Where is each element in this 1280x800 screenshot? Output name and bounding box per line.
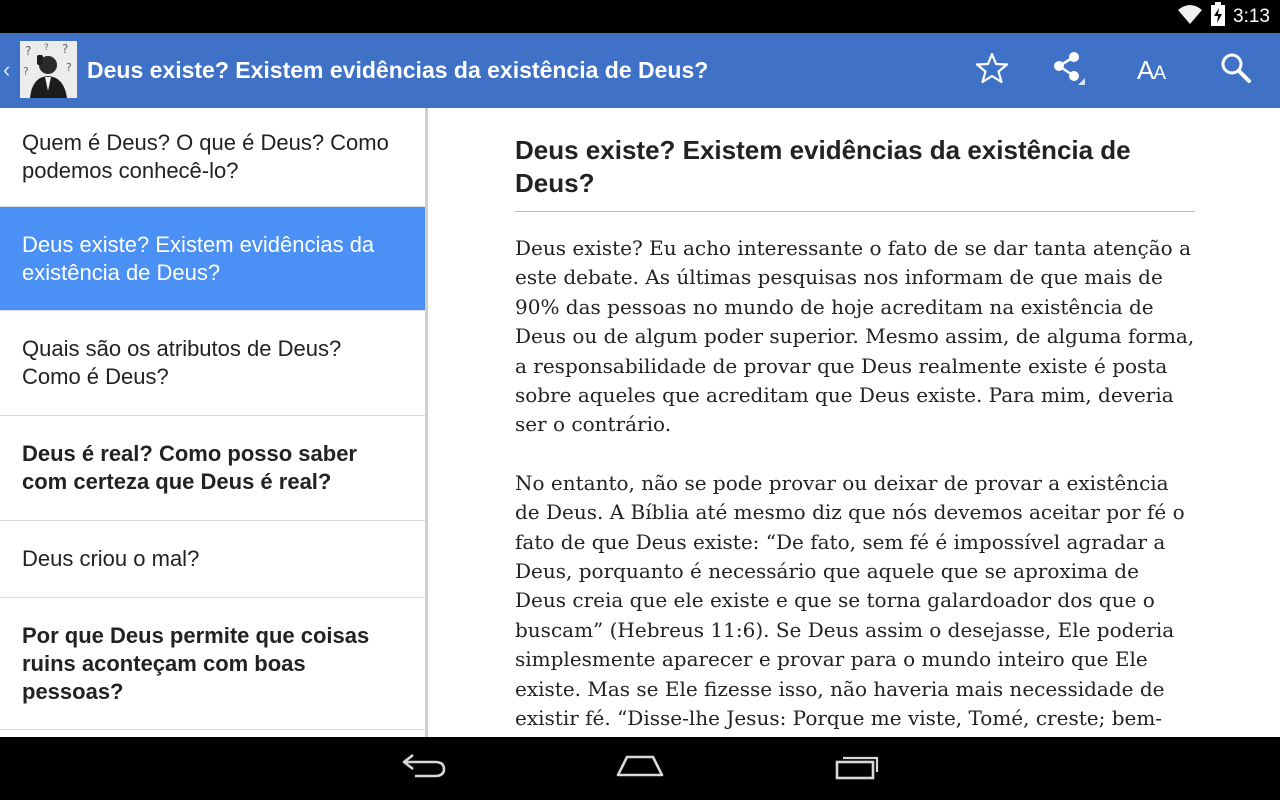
question-list: Quem é Deus? O que é Deus? Como podemos …: [0, 108, 425, 737]
home-icon: [615, 753, 665, 784]
svg-text:?: ?: [62, 42, 68, 56]
battery-charging-icon: [1211, 2, 1226, 31]
list-item[interactable]: Deus é real? Como posso saber com certez…: [0, 416, 425, 521]
article-pane[interactable]: Deus existe? Existem evidências da exist…: [428, 108, 1280, 737]
list-item-label: Por que Deus permite que coisas ruins ac…: [22, 622, 370, 704]
action-bar-title: Deus existe? Existem evidências da exist…: [87, 57, 709, 83]
list-item[interactable]: Quais são os atributos de Deus? Como é D…: [0, 311, 425, 416]
recent-apps-icon: [833, 752, 881, 785]
text-size-button[interactable]: AA: [1119, 33, 1183, 108]
article-paragraph: No entanto, não se pode provar ou deixar…: [515, 470, 1185, 737]
search-icon: [1220, 52, 1252, 89]
list-item-label: Quem é Deus? O que é Deus? Como podemos …: [22, 130, 389, 183]
star-icon: [975, 52, 1009, 89]
back-icon: [401, 753, 447, 784]
navigation-bar: [0, 737, 1280, 800]
list-item-label: Deus existe? Existem evidências da exist…: [22, 231, 375, 285]
home-button[interactable]: [590, 737, 690, 800]
list-item[interactable]: Por que Deus permite que coisas ruins ac…: [0, 598, 425, 730]
list-item-label: Deus criou o mal?: [22, 546, 200, 571]
up-chevron-icon[interactable]: ‹: [3, 57, 10, 83]
back-button[interactable]: [374, 737, 474, 800]
list-item-label: Deus é real? Como posso saber com certez…: [22, 441, 357, 494]
action-bar: ‹ ? ? ? ? ? Deus existe? Existem evidênc…: [0, 33, 1280, 108]
article-body: Deus existe? Eu acho interessante o fato…: [515, 234, 1195, 737]
article-title: Deus existe? Existem evidências da exist…: [515, 135, 1131, 198]
svg-text:?: ?: [25, 44, 31, 58]
status-bar: 3:13: [0, 0, 1280, 33]
question-man-icon[interactable]: ? ? ? ? ?: [20, 41, 77, 98]
svg-text:?: ?: [66, 61, 72, 74]
text-size-icon: AA: [1136, 55, 1166, 85]
list-item[interactable]: Quem é Deus? O que é Deus? Como podemos …: [0, 108, 425, 207]
svg-text:?: ?: [23, 65, 29, 78]
share-button[interactable]: [1038, 33, 1102, 108]
status-time: 3:13: [1233, 5, 1270, 27]
list-item-label: Quais são os atributos de Deus? Como é D…: [22, 336, 342, 389]
favorite-button[interactable]: [960, 33, 1024, 108]
wifi-icon: [1177, 3, 1203, 30]
status-icons: 3:13: [1177, 0, 1270, 33]
list-item[interactable]: Deus criou o mal?: [0, 521, 425, 598]
list-item-selected[interactable]: Deus existe? Existem evidências da exist…: [0, 207, 425, 311]
article-paragraph: Deus existe? Eu acho interessante o fato…: [515, 236, 1195, 437]
share-icon: [1050, 50, 1090, 91]
search-button[interactable]: [1204, 33, 1268, 108]
recent-apps-button[interactable]: [807, 737, 907, 800]
svg-text:?: ?: [44, 43, 49, 53]
title-divider: [515, 211, 1195, 212]
